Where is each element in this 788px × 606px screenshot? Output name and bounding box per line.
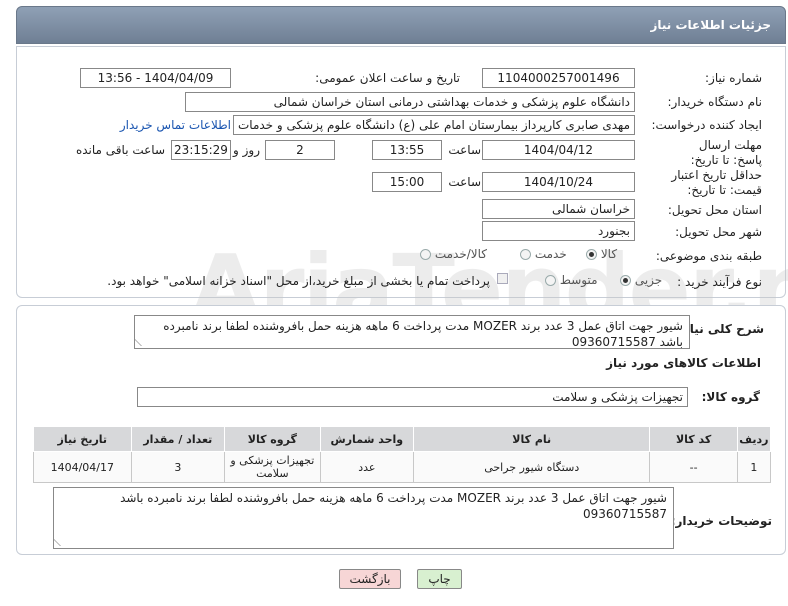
deadline-days-label: روز و <box>233 143 260 157</box>
buyer-notes-line-1: شیور جهت اتاق عمل 3 عدد برند MOZER مدت پ… <box>120 491 667 505</box>
table-row: 1 -- دستگاه شیور جراحی عدد تجهیزات پزشکی… <box>33 451 772 483</box>
category-option-goods-label: کالا <box>600 247 618 261</box>
buyer-notes-line-2: 09360715587 <box>583 507 667 521</box>
treasury-payment-note: پرداخت تمام یا بخشی از مبلغ خرید،از محل … <box>107 274 490 288</box>
description-line-2: باشد 09360715587 <box>571 335 683 349</box>
buyer-org-label: نام دستگاه خریدار: <box>667 95 763 109</box>
col-code-header: کد کالا <box>649 426 738 452</box>
category-option-goods-service-label: کالا/خدمت <box>434 247 488 261</box>
process-type-label: نوع فرآیند خرید : <box>677 275 762 289</box>
deadline-time-label: ساعت <box>448 143 481 157</box>
category-service-radio[interactable] <box>520 249 531 260</box>
category-option-service[interactable]: خدمت <box>520 247 567 261</box>
deadline-time-field: 13:55 <box>372 140 442 160</box>
announce-datetime-field: 1404/04/09 - 13:56 <box>80 68 231 88</box>
process-medium-radio[interactable] <box>545 275 556 286</box>
description-textarea: شیور جهت اتاق عمل 3 عدد برند MOZER مدت پ… <box>134 315 690 349</box>
deadline-date-field: 1404/04/12 <box>482 140 635 160</box>
requester-field: مهدی صابری کارپرداز بیمارستان امام علی (… <box>233 115 635 135</box>
delivery-city-label: شهر محل تحویل: <box>675 225 762 239</box>
items-table: ردیف کد کالا نام کالا واحد شمارش گروه کا… <box>33 426 772 483</box>
category-label: طبقه بندی موضوعی: <box>655 249 762 263</box>
category-option-goods[interactable]: کالا <box>586 247 617 261</box>
need-number-label: شماره نیاز: <box>705 71 762 85</box>
remaining-time-field: 23:15:29 <box>171 140 231 160</box>
back-button[interactable]: بازگشت <box>339 569 401 589</box>
cell-unit: عدد <box>319 451 415 483</box>
col-date-header: تاریخ نیاز <box>33 426 132 452</box>
col-qty-header: تعداد / مقدار <box>130 426 226 452</box>
delivery-province-field: خراسان شمالی <box>482 199 635 219</box>
deadline-label: مهلت ارسال پاسخ: تا تاریخ: <box>690 138 762 167</box>
need-number-field: 1104000257001496 <box>482 68 635 88</box>
items-section-title: اطلاعات کالاهای مورد نیاز <box>606 356 761 370</box>
delivery-province-label: استان محل تحویل: <box>667 203 762 217</box>
description-line-1: شیور جهت اتاق عمل 3 عدد برند MOZER مدت پ… <box>163 319 683 333</box>
col-unit-header: واحد شمارش <box>319 426 415 452</box>
goods-group-field: تجهیزات پزشکی و سلامت <box>137 387 688 407</box>
cell-group: تجهیزات پزشکی و سلامت <box>224 451 321 483</box>
category-option-goods-service[interactable]: کالا/خدمت <box>420 247 487 261</box>
process-option-medium[interactable]: متوسط <box>545 273 598 287</box>
page-header: جزئیات اطلاعات نیاز <box>16 6 786 44</box>
col-name-header: نام کالا <box>413 426 651 452</box>
price-validity-date-field: 1404/10/24 <box>482 172 635 192</box>
process-option-medium-label: متوسط <box>559 273 598 287</box>
process-option-minor[interactable]: جزیی <box>620 273 662 287</box>
category-goods-radio[interactable] <box>586 249 597 260</box>
buyer-notes-label: توضیحات خریدار: <box>670 514 772 528</box>
remaining-time-label: ساعت باقی مانده <box>75 143 165 157</box>
buyer-notes-textarea: شیور جهت اتاق عمل 3 عدد برند MOZER مدت پ… <box>53 487 674 549</box>
resize-handle-icon[interactable] <box>54 538 69 546</box>
deadline-days-field: 2 <box>265 140 335 160</box>
process-minor-radio[interactable] <box>620 275 631 286</box>
cell-date: 1404/04/17 <box>33 451 132 483</box>
col-row-header: ردیف <box>736 426 772 452</box>
treasury-payment-checkbox[interactable] <box>497 273 508 284</box>
cell-code: -- <box>649 451 738 483</box>
buyer-contact-link[interactable]: اطلاعات تماس خریدار <box>120 118 231 132</box>
description-label: شرح کلی نیاز: <box>678 322 764 336</box>
buyer-org-field: دانشگاه علوم پزشکی و خدمات بهداشتی درمان… <box>185 92 635 112</box>
cell-row: 1 <box>736 451 772 483</box>
cell-name: دستگاه شیور جراحی <box>413 451 651 483</box>
requester-label: ایجاد کننده درخواست: <box>651 118 762 132</box>
price-validity-label: حداقل تاریخ اعتبار قیمت: تا تاریخ: <box>671 168 762 197</box>
page-title: جزئیات اطلاعات نیاز <box>650 18 771 32</box>
col-group-header: گروه کالا <box>224 426 321 452</box>
delivery-city-field: بجنورد <box>482 221 635 241</box>
cell-qty: 3 <box>130 451 226 483</box>
process-option-minor-label: جزیی <box>634 273 663 287</box>
price-validity-time-field: 15:00 <box>372 172 442 192</box>
print-button[interactable]: چاپ <box>417 569 462 589</box>
category-goods-service-radio[interactable] <box>420 249 431 260</box>
price-validity-time-label: ساعت <box>448 175 481 189</box>
category-option-service-label: خدمت <box>534 247 567 261</box>
announce-datetime-label: تاریخ و ساعت اعلان عمومی: <box>315 71 460 85</box>
goods-group-label: گروه کالا: <box>701 390 760 404</box>
